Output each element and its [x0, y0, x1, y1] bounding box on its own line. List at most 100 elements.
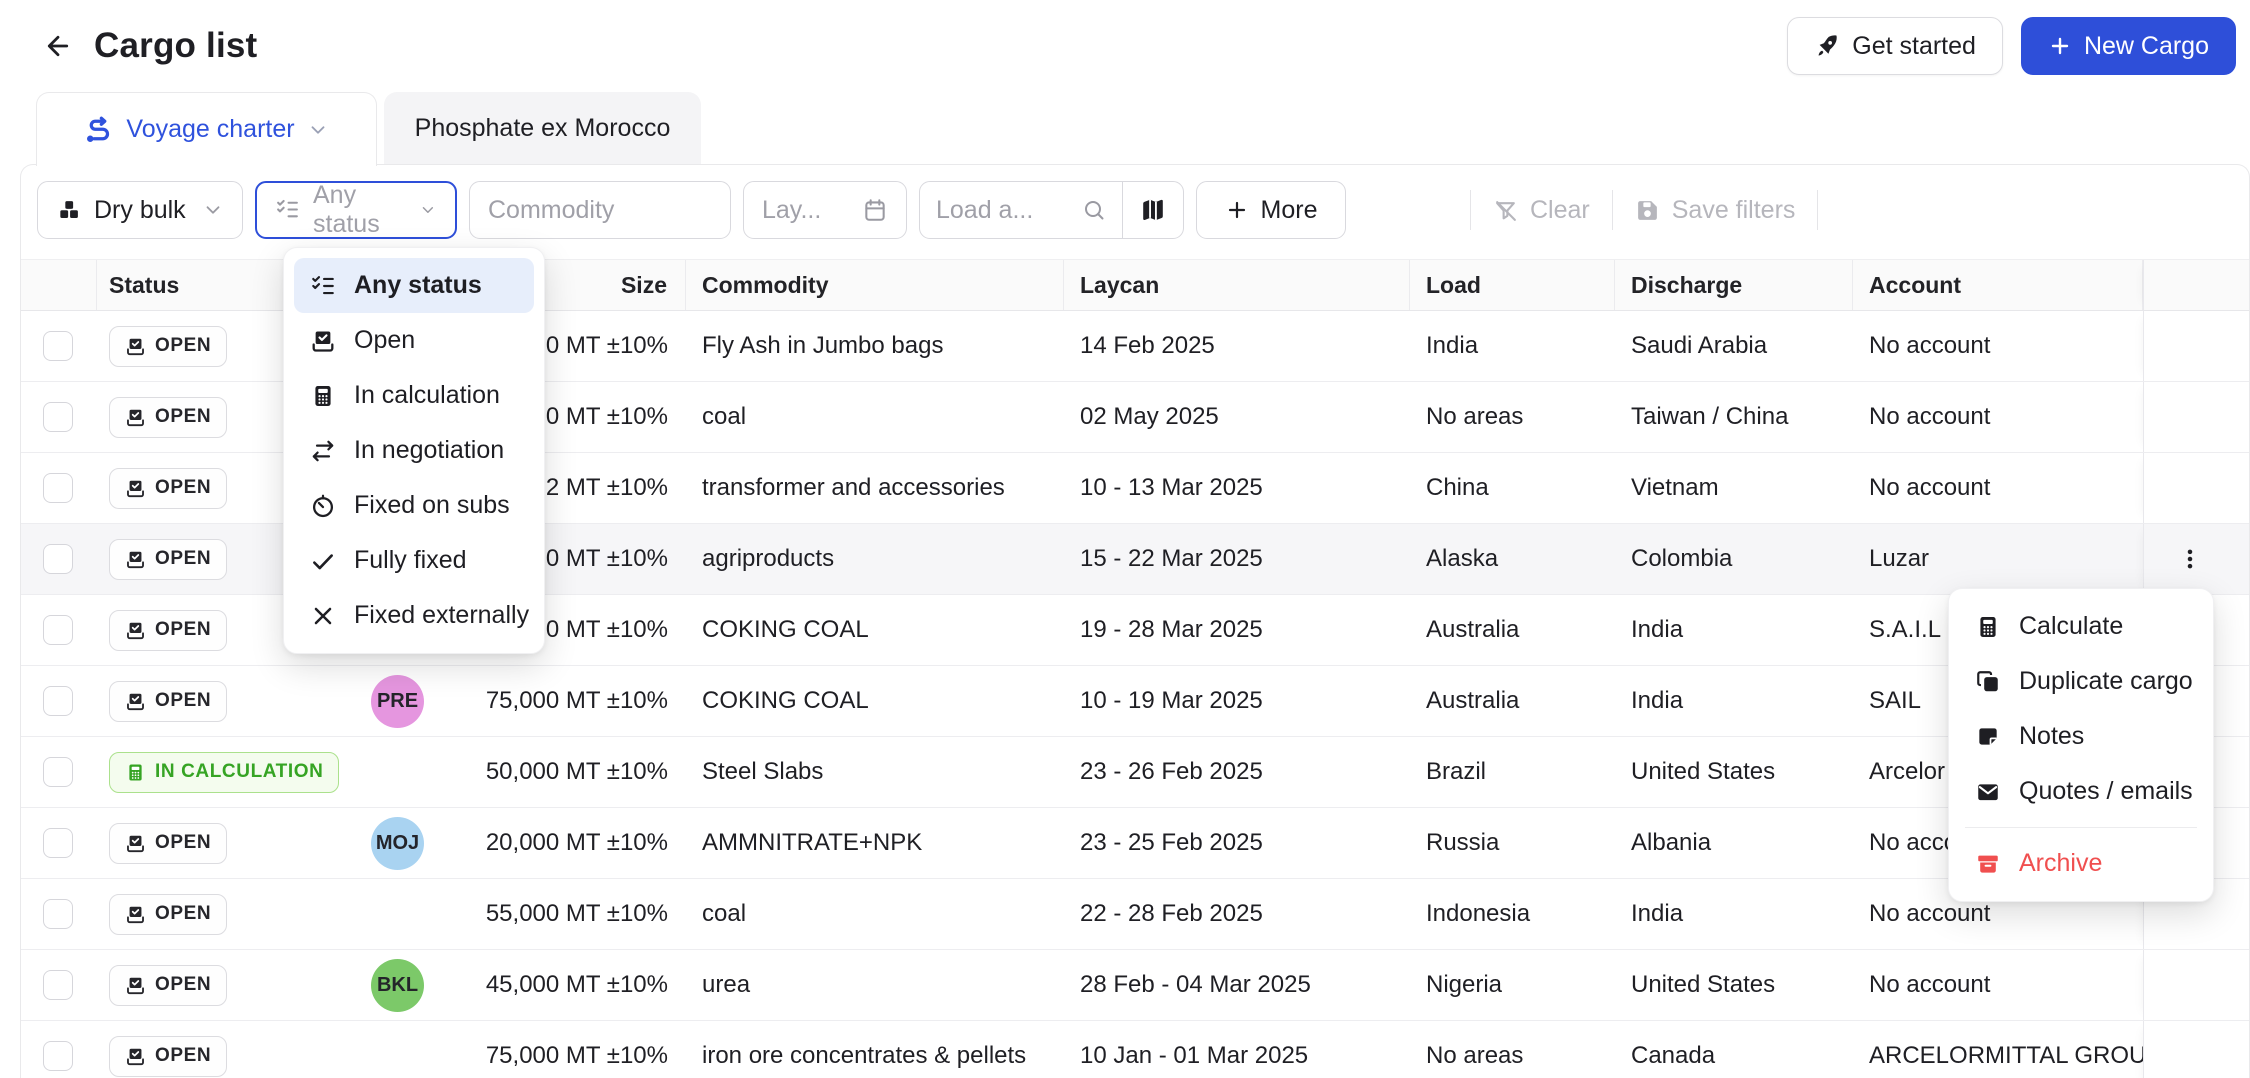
tab-phosphate-ex-morocco[interactable]: Phosphate ex Morocco	[384, 92, 701, 164]
cell-status: OPEN	[97, 950, 350, 1020]
row-checkbox[interactable]	[43, 899, 73, 929]
status-label: OPEN	[155, 477, 212, 498]
column-header-discharge: Discharge	[1615, 260, 1853, 310]
table-row[interactable]: OPEN 55,000 MT ±10% coal 22 - 28 Feb 2025 In…	[21, 879, 2249, 950]
inbox-check-icon	[127, 835, 144, 852]
topbar-actions: Get started New Cargo	[1787, 17, 2236, 75]
row-checkbox[interactable]	[43, 970, 73, 1000]
cell-size: 50,000 MT ±10%	[485, 758, 668, 785]
envelope-icon	[1978, 783, 1998, 800]
load-area-input[interactable]: Load a...	[920, 182, 1122, 238]
status-filter-menu: Any status Open In calculation In negotiati…	[283, 247, 545, 654]
cell-size: 75,000 MT ±10%	[485, 687, 668, 714]
row-checkbox[interactable]	[43, 473, 73, 503]
table-row[interactable]: OPEN 75,000 MT ±10% iron ore concentrates …	[21, 1021, 2249, 1078]
cell-commodity: coal	[702, 900, 747, 927]
status-badge: OPEN	[109, 538, 228, 580]
cell-laycan: 22 - 28 Feb 2025	[1080, 900, 1263, 927]
back-button[interactable]	[36, 24, 80, 68]
cell-sel	[21, 1021, 97, 1078]
clear-filters-button[interactable]: Clear	[1483, 196, 1600, 225]
inbox-check-icon	[127, 338, 144, 355]
chevron-down-icon	[206, 206, 220, 214]
row-checkbox[interactable]	[43, 757, 73, 787]
menu-item-label: In calculation	[354, 381, 500, 409]
rocket-icon	[1814, 33, 1840, 59]
cell-laycan: 10 - 19 Mar 2025	[1080, 687, 1263, 714]
menu-item-label: Fixed externally	[354, 601, 530, 629]
row-actions-button[interactable]	[2168, 537, 2212, 581]
menu-item-label: Archive	[2019, 849, 2103, 877]
menu-item-archive[interactable]: Archive	[1959, 836, 2203, 891]
tab-voyage-charter[interactable]: Voyage charter	[36, 92, 377, 166]
more-filters-button[interactable]: More	[1196, 181, 1346, 239]
menu-item-label: Open	[354, 326, 416, 354]
cell-status: OPEN	[97, 666, 350, 736]
menu-item-any-status[interactable]: Any status	[294, 258, 534, 313]
status-label: OPEN	[155, 406, 212, 427]
status-filter-select[interactable]: Any status	[255, 181, 457, 239]
table-row[interactable]: OPEN MOJ 20,000 MT ±10% AMMNITRATE+NPK 23 - …	[21, 808, 2249, 879]
row-checkbox[interactable]	[43, 331, 73, 361]
row-checkbox[interactable]	[43, 615, 73, 645]
menu-item-fixed-on-subs[interactable]: Fixed on subs	[294, 478, 534, 533]
menu-item-fully-fixed[interactable]: Fully fixed	[294, 533, 534, 588]
dry-bulk-icon	[56, 197, 82, 223]
status-badge: OPEN	[109, 964, 228, 1006]
cell-actions	[2143, 453, 2235, 523]
cell-status: OPEN	[97, 879, 350, 949]
account-avatar: BKL	[371, 958, 424, 1012]
menu-item-label: Calculate	[2019, 612, 2124, 640]
column-header-load: Load	[1410, 260, 1615, 310]
save-filters-button[interactable]: Save filters	[1625, 196, 1806, 225]
menu-item-open[interactable]: Open	[294, 313, 534, 368]
cell-laycan: 23 - 25 Feb 2025	[1080, 829, 1263, 856]
map-button[interactable]	[1123, 182, 1183, 238]
row-checkbox[interactable]	[43, 402, 73, 432]
cell-sel	[21, 382, 97, 452]
table-row[interactable]: IN CALCULATION 50,000 MT ±10% Steel Slabs 2…	[21, 737, 2249, 808]
get-started-button[interactable]: Get started	[1787, 17, 2003, 75]
clear-label: Clear	[1530, 195, 1590, 224]
cell-sel	[21, 311, 97, 381]
status-badge: OPEN	[109, 680, 228, 722]
cell-laycan: 19 - 28 Mar 2025	[1080, 616, 1263, 643]
status-label: OPEN	[155, 335, 212, 356]
table-row[interactable]: OPEN BKL 45,000 MT ±10% urea 28 Feb - 04 Mar…	[21, 950, 2249, 1021]
cell-commodity: COKING COAL	[702, 616, 869, 643]
account-avatar: MOJ	[371, 816, 424, 870]
menu-item-duplicate-cargo[interactable]: Duplicate cargo	[1959, 654, 2203, 709]
menu-item-label: Fully fixed	[354, 546, 467, 574]
calculator-icon	[1980, 616, 1996, 637]
inbox-check-icon	[127, 480, 144, 497]
menu-item-label: Quotes / emails	[2019, 777, 2193, 805]
new-cargo-button[interactable]: New Cargo	[2020, 17, 2236, 75]
row-checkbox[interactable]	[43, 828, 73, 858]
search-icon	[1082, 198, 1106, 222]
cell-sel	[21, 453, 97, 523]
table-row[interactable]: OPEN PRE 75,000 MT ±10% COKING COAL 10 - 19 …	[21, 666, 2249, 737]
row-checkbox[interactable]	[43, 686, 73, 716]
cell-load: Nigeria	[1426, 971, 1503, 998]
cell-account: Luzar	[1869, 545, 1930, 572]
cell-load: Australia	[1426, 687, 1520, 714]
cell-load: No areas	[1426, 1042, 1524, 1069]
menu-item-notes[interactable]: Notes	[1959, 709, 2203, 764]
row-checkbox[interactable]	[43, 544, 73, 574]
cell-commodity: urea	[702, 971, 751, 998]
cell-commodity: AMMNITRATE+NPK	[702, 829, 923, 856]
commodity-input[interactable]: Commodity	[469, 181, 731, 239]
laycan-date-input[interactable]: Lay...	[743, 181, 907, 239]
menu-item-fixed-externally[interactable]: Fixed externally	[294, 588, 534, 643]
menu-item-in-negotiation[interactable]: In negotiation	[294, 423, 534, 478]
row-checkbox[interactable]	[43, 1041, 73, 1071]
menu-divider	[1965, 827, 2197, 828]
cell-avatar	[350, 737, 445, 807]
cell-commodity: Fly Ash in Jumbo bags	[702, 332, 944, 359]
menu-item-in-calculation[interactable]: In calculation	[294, 368, 534, 423]
menu-item-quotes-emails[interactable]: Quotes / emails	[1959, 764, 2203, 819]
cell-discharge: Vietnam	[1631, 474, 1719, 501]
menu-item-calculate[interactable]: Calculate	[1959, 599, 2203, 654]
cargo-type-select[interactable]: Dry bulk	[37, 181, 243, 239]
calendar-icon	[862, 197, 888, 223]
